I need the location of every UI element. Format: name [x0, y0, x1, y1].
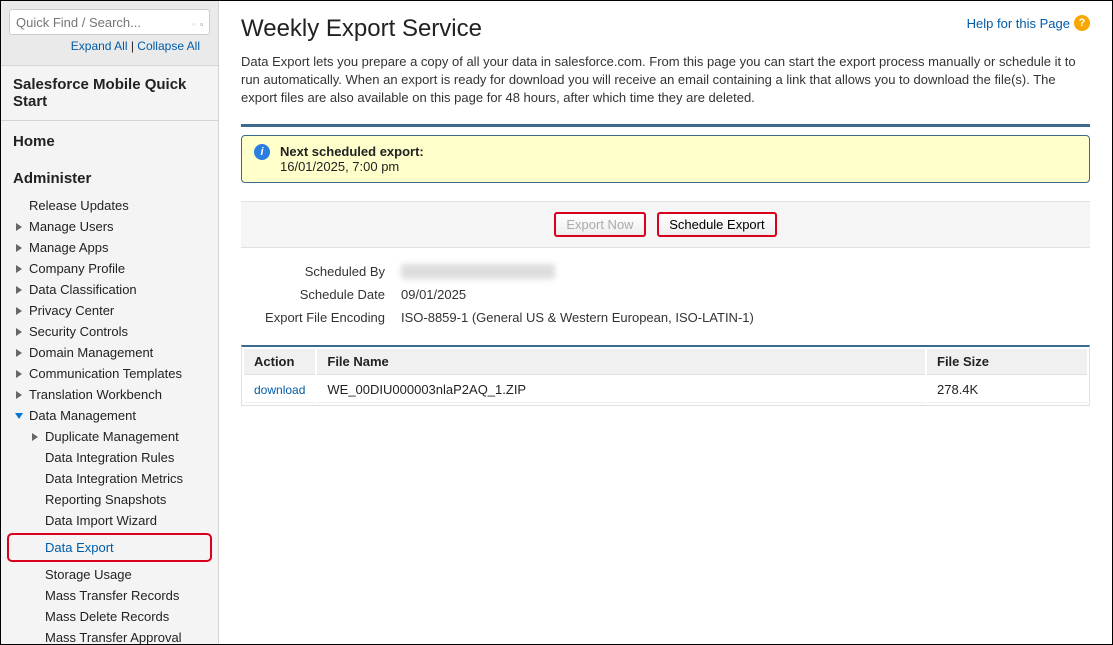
- page-title: Weekly Export Service: [241, 15, 482, 43]
- schedule-date-label: Schedule Date: [241, 287, 401, 302]
- nav-data-management[interactable]: Data Management: [7, 405, 212, 426]
- info-box: i Next scheduled export: 16/01/2025, 7:0…: [241, 135, 1090, 183]
- chevron-right-icon: [13, 389, 25, 401]
- col-filename-header: File Name: [317, 349, 925, 375]
- search-box: ? Expand All | Collapse All: [1, 1, 218, 66]
- nav-manage-apps[interactable]: Manage Apps: [7, 237, 212, 258]
- nav-reporting-snapshots[interactable]: Reporting Snapshots: [7, 489, 212, 510]
- nav-privacy-center[interactable]: Privacy Center: [7, 300, 212, 321]
- chevron-right-icon: [13, 305, 25, 317]
- nav-release-updates[interactable]: Release Updates: [7, 195, 212, 216]
- nav-company-profile[interactable]: Company Profile: [7, 258, 212, 279]
- help-icon[interactable]: ?: [192, 14, 196, 30]
- sidebar: ? Expand All | Collapse All Salesforce M…: [1, 1, 219, 644]
- expand-all-link[interactable]: Expand All: [71, 39, 128, 53]
- nav-communication-templates[interactable]: Communication Templates: [7, 363, 212, 384]
- search-icon[interactable]: [200, 14, 204, 30]
- nav-data-import-wizard[interactable]: Data Import Wizard: [7, 510, 212, 531]
- chevron-right-icon: [13, 368, 25, 380]
- nav-storage-usage[interactable]: Storage Usage: [7, 564, 212, 585]
- file-size-cell: 278.4K: [927, 377, 1087, 403]
- encoding-value: ISO-8859-1 (General US & Western Europea…: [401, 310, 754, 325]
- download-link[interactable]: download: [254, 383, 305, 397]
- nav-mass-transfer-approval[interactable]: Mass Transfer Approval Requests: [7, 627, 212, 644]
- nav-data-integration-metrics[interactable]: Data Integration Metrics: [7, 468, 212, 489]
- chevron-right-icon: [29, 431, 41, 443]
- help-icon: ?: [1074, 15, 1090, 31]
- sidebar-home[interactable]: Home: [1, 121, 218, 158]
- info-value: 16/01/2025, 7:00 pm: [280, 159, 424, 174]
- chevron-right-icon: [13, 263, 25, 275]
- info-title: Next scheduled export:: [280, 144, 424, 159]
- sidebar-mobile-quick-start[interactable]: Salesforce Mobile Quick Start: [1, 66, 218, 121]
- chevron-down-icon: [13, 410, 25, 422]
- nav-security-controls[interactable]: Security Controls: [7, 321, 212, 342]
- table-row: download WE_00DIU000003nlaP2AQ_1.ZIP 278…: [244, 377, 1087, 403]
- svg-text:?: ?: [193, 24, 195, 26]
- chevron-right-icon: [13, 284, 25, 296]
- col-filesize-header: File Size: [927, 349, 1087, 375]
- chevron-right-icon: [13, 347, 25, 359]
- search-input[interactable]: [16, 15, 192, 30]
- col-action-header: Action: [244, 349, 315, 375]
- schedule-export-button[interactable]: Schedule Export: [657, 212, 776, 237]
- chevron-right-icon: [13, 242, 25, 254]
- scheduled-by-value: Redacted Name: [401, 264, 555, 279]
- scheduled-by-label: Scheduled By: [241, 264, 401, 279]
- collapse-all-link[interactable]: Collapse All: [137, 39, 200, 53]
- file-name-cell: WE_00DIU000003nlaP2AQ_1.ZIP: [317, 377, 925, 403]
- nav-duplicate-management[interactable]: Duplicate Management: [7, 426, 212, 447]
- nav-domain-management[interactable]: Domain Management: [7, 342, 212, 363]
- export-now-button[interactable]: Export Now: [554, 212, 645, 237]
- chevron-right-icon: [13, 326, 25, 338]
- nav-translation-workbench[interactable]: Translation Workbench: [7, 384, 212, 405]
- schedule-date-value: 09/01/2025: [401, 287, 466, 302]
- page-description: Data Export lets you prepare a copy of a…: [241, 53, 1090, 108]
- info-icon: i: [254, 144, 270, 160]
- nav-mass-delete-records[interactable]: Mass Delete Records: [7, 606, 212, 627]
- nav-data-integration-rules[interactable]: Data Integration Rules: [7, 447, 212, 468]
- nav-manage-users[interactable]: Manage Users: [7, 216, 212, 237]
- help-for-page-link[interactable]: Help for this Page ?: [967, 15, 1090, 31]
- file-table: Action File Name File Size download WE_0…: [241, 345, 1090, 406]
- sidebar-administer: Administer: [1, 158, 218, 195]
- nav-data-classification[interactable]: Data Classification: [7, 279, 212, 300]
- nav-mass-transfer-records[interactable]: Mass Transfer Records: [7, 585, 212, 606]
- encoding-label: Export File Encoding: [241, 310, 401, 325]
- chevron-right-icon: [13, 221, 25, 233]
- nav-data-export[interactable]: Data Export: [7, 533, 212, 562]
